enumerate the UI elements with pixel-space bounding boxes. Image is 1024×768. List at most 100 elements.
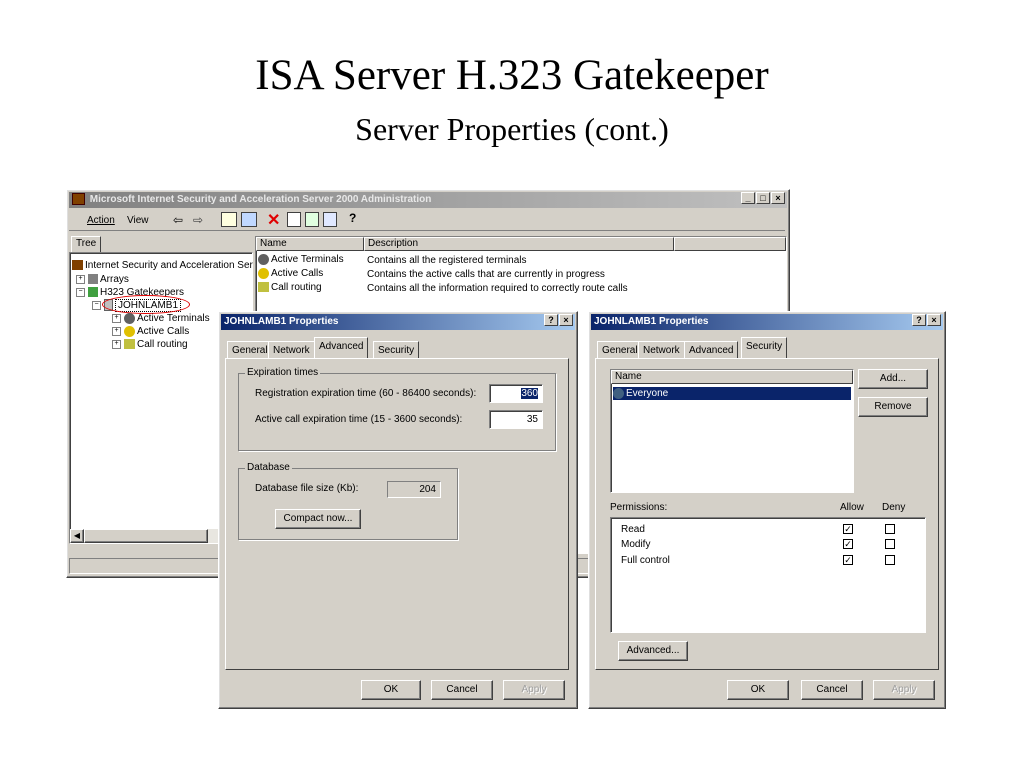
scroll-left-icon[interactable]: ◀ [70, 529, 84, 543]
read-deny-checkbox[interactable] [885, 524, 895, 534]
tree-active-terminals[interactable]: + Active Terminals [112, 312, 210, 325]
ok-button[interactable]: OK [727, 680, 789, 700]
terminals-icon [258, 254, 269, 265]
properties-icon[interactable] [287, 212, 301, 227]
list-item[interactable]: Everyone [613, 387, 851, 400]
tab-advanced[interactable]: Advanced [684, 341, 739, 359]
back-arrow-icon[interactable]: ⇦ [173, 213, 183, 227]
collapse-icon[interactable]: − [76, 287, 85, 297]
permission-read-label: Read [621, 524, 645, 535]
show-tree-icon[interactable] [241, 212, 257, 227]
expand-icon[interactable]: + [112, 313, 121, 323]
list-item[interactable]: Call routing [258, 282, 322, 293]
expiration-groupbox: Expiration times Registration expiration… [238, 367, 556, 451]
tree-root[interactable]: Internet Security and Acceleration Ser [72, 259, 253, 272]
tab-strip: General Network Advanced Security [227, 337, 567, 359]
tab-network[interactable]: Network [268, 341, 315, 359]
tab-general[interactable]: General [227, 341, 273, 359]
full-control-allow-checkbox[interactable]: ✓ [843, 555, 853, 565]
database-groupbox: Database Database file size (Kb): 204 Co… [238, 462, 458, 540]
permission-full-control-label: Full control [621, 555, 670, 566]
list-item-description: Contains the active calls that are curre… [367, 269, 605, 280]
tab-security[interactable]: Security [373, 341, 420, 359]
tab-general[interactable]: General [597, 341, 643, 359]
close-icon[interactable]: × [771, 192, 785, 204]
slide-subtitle: Server Properties (cont.) [355, 111, 669, 147]
users-icon [613, 387, 624, 399]
tab-advanced[interactable]: Advanced [314, 337, 369, 358]
list-item-description: Contains all the information required to… [367, 283, 628, 294]
column-name[interactable]: Name [611, 370, 853, 384]
add-button[interactable]: Add... [858, 369, 928, 389]
tree-active-calls[interactable]: + Active Calls [112, 325, 189, 338]
calls-icon [124, 325, 135, 337]
properties-dialog-security: JOHNLAMB1 Properties ? × General Network… [588, 311, 946, 709]
active-call-expiration-input[interactable]: 35 [489, 410, 543, 429]
expand-icon[interactable]: + [112, 326, 121, 336]
security-panel: Name Everyone Add... Remove Permissions:… [595, 358, 939, 670]
cancel-button[interactable]: Cancel [431, 680, 493, 700]
menu-view[interactable]: View [127, 215, 149, 226]
routing-icon [124, 339, 135, 350]
refresh-icon[interactable] [305, 212, 319, 227]
registration-expiration-input[interactable]: 360 [489, 384, 543, 403]
expand-icon[interactable]: + [112, 339, 121, 349]
dialog-titlebar[interactable]: JOHNLAMB1 Properties [221, 314, 575, 330]
permissions-list: Read ✓ Modify ✓ Full control ✓ [610, 517, 926, 633]
scroll-thumb[interactable] [84, 529, 208, 543]
ok-button[interactable]: OK [361, 680, 421, 700]
calls-icon [258, 268, 269, 279]
tree-arrays[interactable]: + Arrays [76, 273, 129, 286]
database-group-label: Database [245, 462, 292, 473]
close-icon[interactable]: × [927, 314, 941, 326]
advanced-button[interactable]: Advanced... [618, 641, 688, 661]
mmc-titlebar[interactable]: Microsoft Internet Security and Accelera… [69, 192, 787, 208]
full-control-deny-checkbox[interactable] [885, 555, 895, 565]
delete-icon[interactable]: ✕ [267, 210, 280, 230]
terminals-icon [124, 312, 135, 324]
export-list-icon[interactable] [323, 212, 337, 227]
help-icon[interactable]: ? [544, 314, 558, 326]
help-icon[interactable]: ? [349, 211, 356, 225]
tab-security[interactable]: Security [741, 337, 788, 358]
active-call-label: Active call expiration time (15 - 3600 s… [255, 414, 463, 425]
forward-arrow-icon[interactable]: ⇨ [193, 213, 203, 227]
menu-action[interactable]: Action [87, 215, 115, 226]
tab-tree[interactable]: Tree [71, 236, 102, 252]
remove-button[interactable]: Remove [858, 397, 928, 417]
db-size-value: 204 [387, 481, 441, 498]
column-name[interactable]: Name [256, 237, 364, 251]
column-description[interactable]: Description [364, 237, 674, 251]
minimize-icon[interactable]: _ [741, 192, 755, 204]
modify-allow-checkbox[interactable]: ✓ [843, 539, 853, 549]
expiration-group-label: Expiration times [245, 367, 321, 378]
close-icon[interactable]: × [559, 314, 573, 326]
column-extra[interactable] [674, 237, 786, 251]
mmc-toolbar: Action View ⇦ ⇨ ✕ ? [69, 210, 785, 231]
names-list[interactable]: Name Everyone [610, 369, 854, 493]
gatekeeper-icon [88, 287, 98, 298]
collapse-icon[interactable]: − [92, 300, 101, 310]
tab-strip: General Network Advanced Security [597, 337, 937, 359]
arrays-icon [88, 274, 98, 285]
apply-button[interactable]: Apply [503, 680, 565, 700]
up-folder-icon[interactable] [221, 212, 237, 227]
cancel-button[interactable]: Cancel [801, 680, 863, 700]
tree-call-routing[interactable]: + Call routing [112, 338, 188, 351]
apply-button[interactable]: Apply [873, 680, 935, 700]
slide-title: ISA Server H.323 Gatekeeper [255, 52, 769, 99]
tab-network[interactable]: Network [638, 341, 685, 359]
registration-label: Registration expiration time (60 - 86400… [255, 388, 477, 399]
modify-deny-checkbox[interactable] [885, 539, 895, 549]
list-item-description: Contains all the registered terminals [367, 255, 527, 266]
expand-icon[interactable]: + [76, 274, 85, 284]
compact-now-button[interactable]: Compact now... [275, 509, 361, 529]
list-item[interactable]: Active Calls [258, 268, 323, 279]
list-item[interactable]: Active Terminals [258, 254, 344, 265]
permissions-label: Permissions: [610, 502, 668, 513]
maximize-icon[interactable]: □ [756, 192, 770, 204]
mmc-title-text: Microsoft Internet Security and Accelera… [89, 194, 432, 205]
help-icon[interactable]: ? [912, 314, 926, 326]
dialog-titlebar[interactable]: JOHNLAMB1 Properties [591, 314, 943, 330]
read-allow-checkbox[interactable]: ✓ [843, 524, 853, 534]
